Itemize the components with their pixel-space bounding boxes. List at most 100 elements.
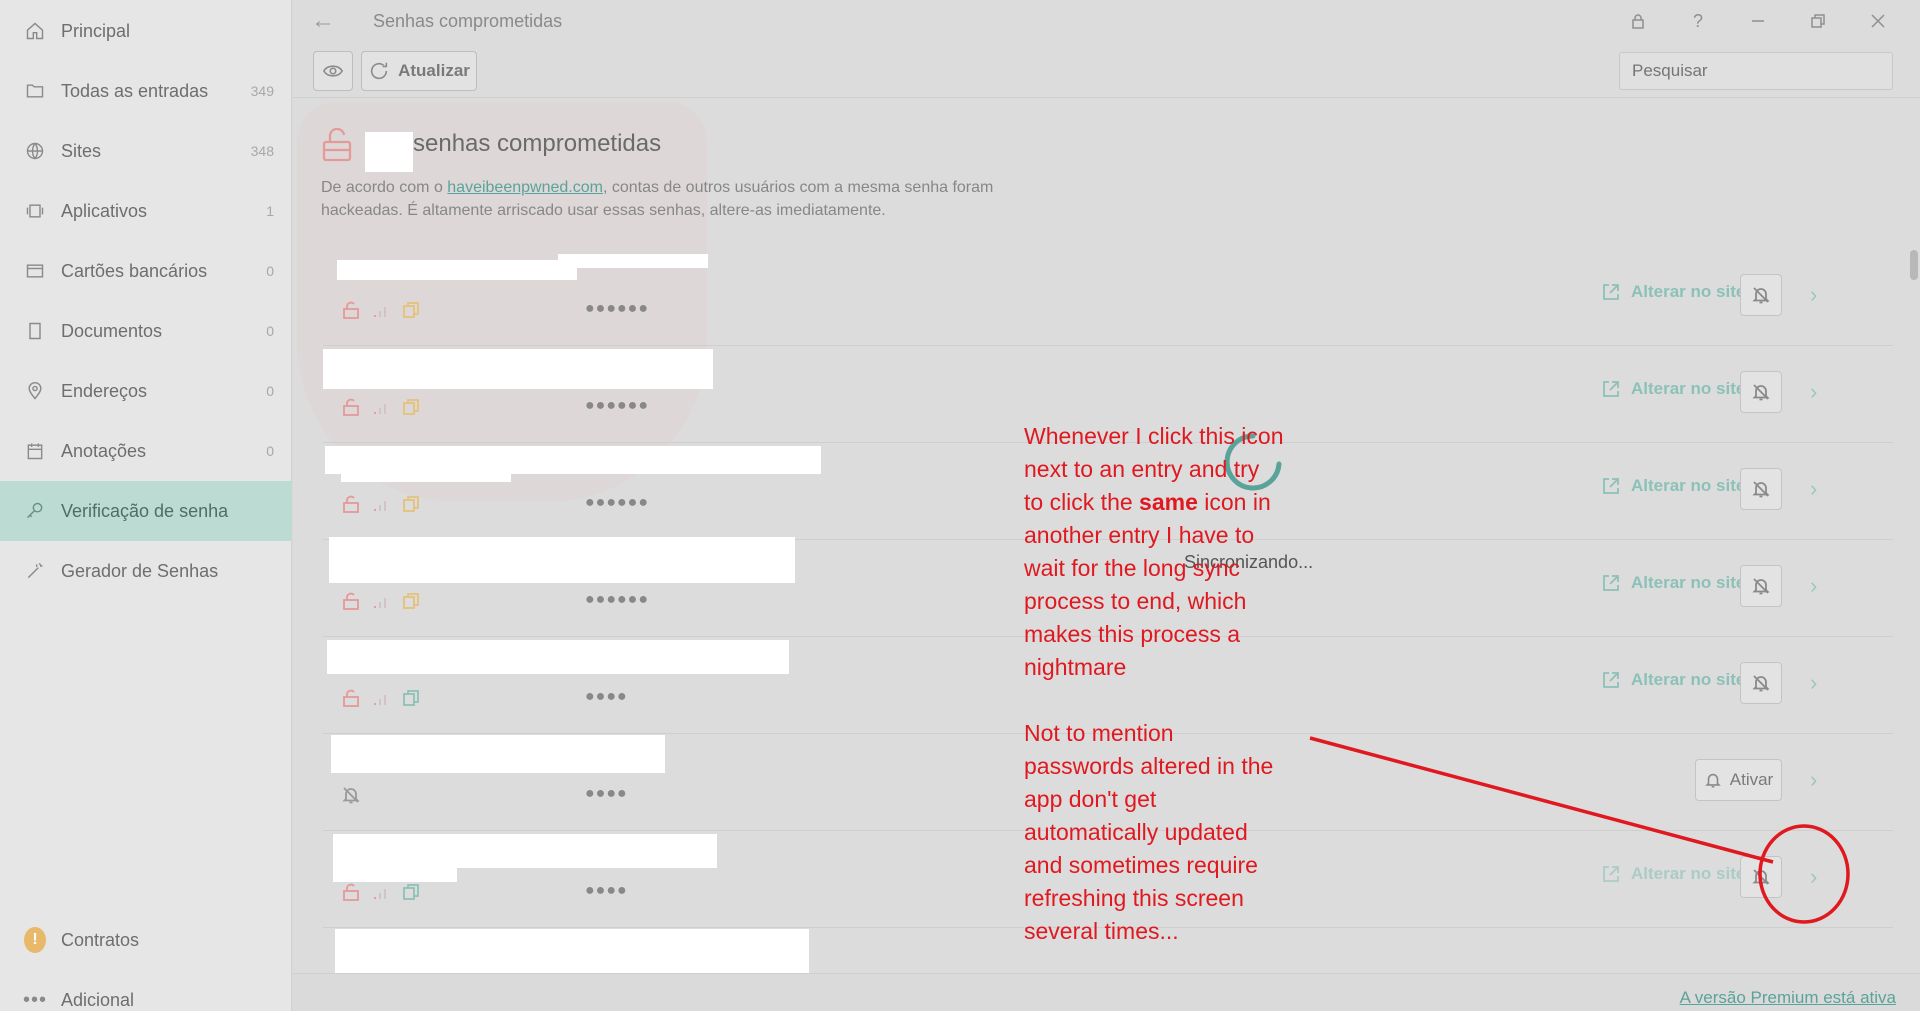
sidebar-item-count: 0 [266, 263, 274, 279]
change-on-site-link[interactable]: Alterar no site [1601, 282, 1745, 302]
chevron-right-icon[interactable]: › [1810, 864, 1830, 889]
lock-icon[interactable] [1623, 8, 1653, 34]
toolbar: Atualizar [293, 48, 1920, 98]
sidebar-item-count: 0 [266, 323, 274, 339]
external-link-icon [1603, 478, 1619, 494]
bell-icon [1704, 773, 1721, 788]
restore-icon[interactable] [1803, 8, 1833, 34]
chevron-right-icon[interactable]: › [1810, 670, 1830, 695]
mute-alert-button[interactable] [1740, 856, 1782, 898]
pin-icon [24, 380, 46, 402]
masked-password: ●●●●●● [585, 397, 649, 414]
masked-password: ●●●●●● [585, 591, 649, 608]
open-lock-icon [343, 495, 359, 513]
change-on-site-link[interactable]: Alterar no site [1601, 864, 1745, 884]
weak-strength-icon [374, 404, 386, 414]
home-icon [24, 20, 46, 42]
duplicate-icon [403, 302, 419, 318]
document-icon [24, 320, 46, 342]
open-lock-icon [343, 883, 359, 901]
help-icon[interactable]: ? [1683, 8, 1713, 34]
sidebar-item-notes[interactable]: Anotações 0 [0, 421, 292, 481]
sidebar-item-label: Contratos [61, 929, 140, 950]
duplicate-icon [403, 593, 419, 609]
sidebar-item-password-generator[interactable]: Gerador de Senhas [0, 541, 292, 601]
minimize-icon[interactable] [1743, 8, 1773, 34]
sidebar-item-additional[interactable]: ••• Adicional [0, 970, 292, 1011]
duplicate-icon [403, 884, 419, 900]
chevron-right-icon[interactable]: › [1810, 767, 1830, 792]
sidebar-item-label: Endereços [61, 380, 148, 401]
change-on-site-link[interactable]: Alterar no site [1601, 670, 1745, 690]
app-icon [24, 200, 46, 222]
search-input[interactable] [1619, 52, 1893, 90]
mute-alert-button[interactable] [1740, 468, 1782, 510]
table-row[interactable]: ●●●●●● Alterar no site › [323, 250, 1893, 346]
row-status-icons [341, 591, 421, 611]
weak-strength-icon [374, 695, 386, 705]
bell-off-icon [1752, 578, 1770, 595]
sidebar-item-count: 0 [266, 383, 274, 399]
bell-off-icon [1752, 675, 1770, 692]
redacted-entry-name [329, 537, 795, 583]
footer: A versão Premium está ativa [293, 973, 1920, 1011]
weak-strength-icon [374, 307, 386, 317]
row-status-icons [341, 688, 421, 708]
redacted-entry-name [327, 640, 789, 674]
activate-alert-button[interactable]: Ativar [1695, 759, 1782, 801]
wand-icon [24, 560, 46, 582]
sidebar-item-addresses[interactable]: Endereços 0 [0, 361, 292, 421]
bell-off-icon [1752, 481, 1770, 498]
mute-alert-button[interactable] [1740, 274, 1782, 316]
chevron-right-icon[interactable]: › [1810, 476, 1830, 501]
refresh-icon [371, 62, 388, 80]
sidebar-item-sites[interactable]: Sites 348 [0, 121, 292, 181]
sidebar-item-apps[interactable]: Aplicativos 1 [0, 181, 292, 241]
toggle-visibility-button[interactable] [313, 51, 353, 91]
sidebar-item-count: 1 [266, 203, 274, 219]
hibp-link[interactable]: haveibeenpwned.com [447, 179, 603, 196]
sidebar-item-all-entries[interactable]: Todas as entradas 349 [0, 61, 292, 121]
change-on-site-link[interactable]: Alterar no site [1601, 476, 1745, 496]
redacted-entry-name [331, 735, 665, 773]
back-arrow-icon[interactable]: ← [311, 8, 341, 34]
page-title: senhas comprometidas [413, 130, 662, 157]
window-title: Senhas comprometidas [373, 11, 563, 31]
card-icon [24, 260, 46, 282]
redacted-entry-login [333, 862, 457, 882]
page-description: De acordo com o haveibeenpwned.com, cont… [321, 179, 994, 219]
titlebar: ← Senhas comprometidas ? [293, 0, 1920, 44]
change-on-site-link[interactable]: Alterar no site [1601, 379, 1745, 399]
bell-off-icon [342, 787, 360, 804]
sidebar-item-label: Anotações [61, 440, 147, 461]
chevron-right-icon[interactable]: › [1810, 573, 1830, 598]
change-on-site-link[interactable]: Alterar no site [1601, 573, 1745, 593]
sidebar-item-password-check[interactable]: Verificação de senha [0, 481, 292, 541]
open-lock-icon [321, 127, 353, 162]
mute-alert-button[interactable] [1740, 662, 1782, 704]
sidebar-item-label: Sites [61, 140, 102, 161]
close-icon[interactable] [1863, 8, 1893, 34]
annotation-paragraph-1: Whenever I click this icon next to an en… [1024, 423, 1284, 680]
row-status-icons [341, 494, 421, 514]
mute-alert-button[interactable] [1740, 371, 1782, 413]
masked-password: ●●●● [585, 882, 628, 899]
open-lock-icon [343, 301, 359, 319]
premium-status-link[interactable]: A versão Premium está ativa [1680, 988, 1896, 1008]
chevron-right-icon[interactable]: › [1810, 379, 1830, 404]
scrollbar-thumb[interactable] [1910, 250, 1918, 280]
refresh-button[interactable]: Atualizar [361, 51, 477, 91]
bell-off-icon [1752, 869, 1770, 886]
more-icon: ••• [23, 988, 48, 1011]
sidebar-item-cards[interactable]: Cartões bancários 0 [0, 241, 292, 301]
external-link-icon [1603, 866, 1619, 882]
redacted-entry-login [341, 458, 511, 482]
sidebar-item-label: Gerador de Senhas [61, 560, 219, 581]
sidebar-item-documents[interactable]: Documentos 0 [0, 301, 292, 361]
external-link-icon [1603, 672, 1619, 688]
redacted-entry-name [335, 929, 809, 973]
chevron-right-icon[interactable]: › [1810, 282, 1830, 307]
sidebar-item-principal[interactable]: Principal [0, 1, 292, 61]
mute-alert-button[interactable] [1740, 565, 1782, 607]
sidebar-item-contracts[interactable]: ! Contratos [0, 910, 292, 970]
